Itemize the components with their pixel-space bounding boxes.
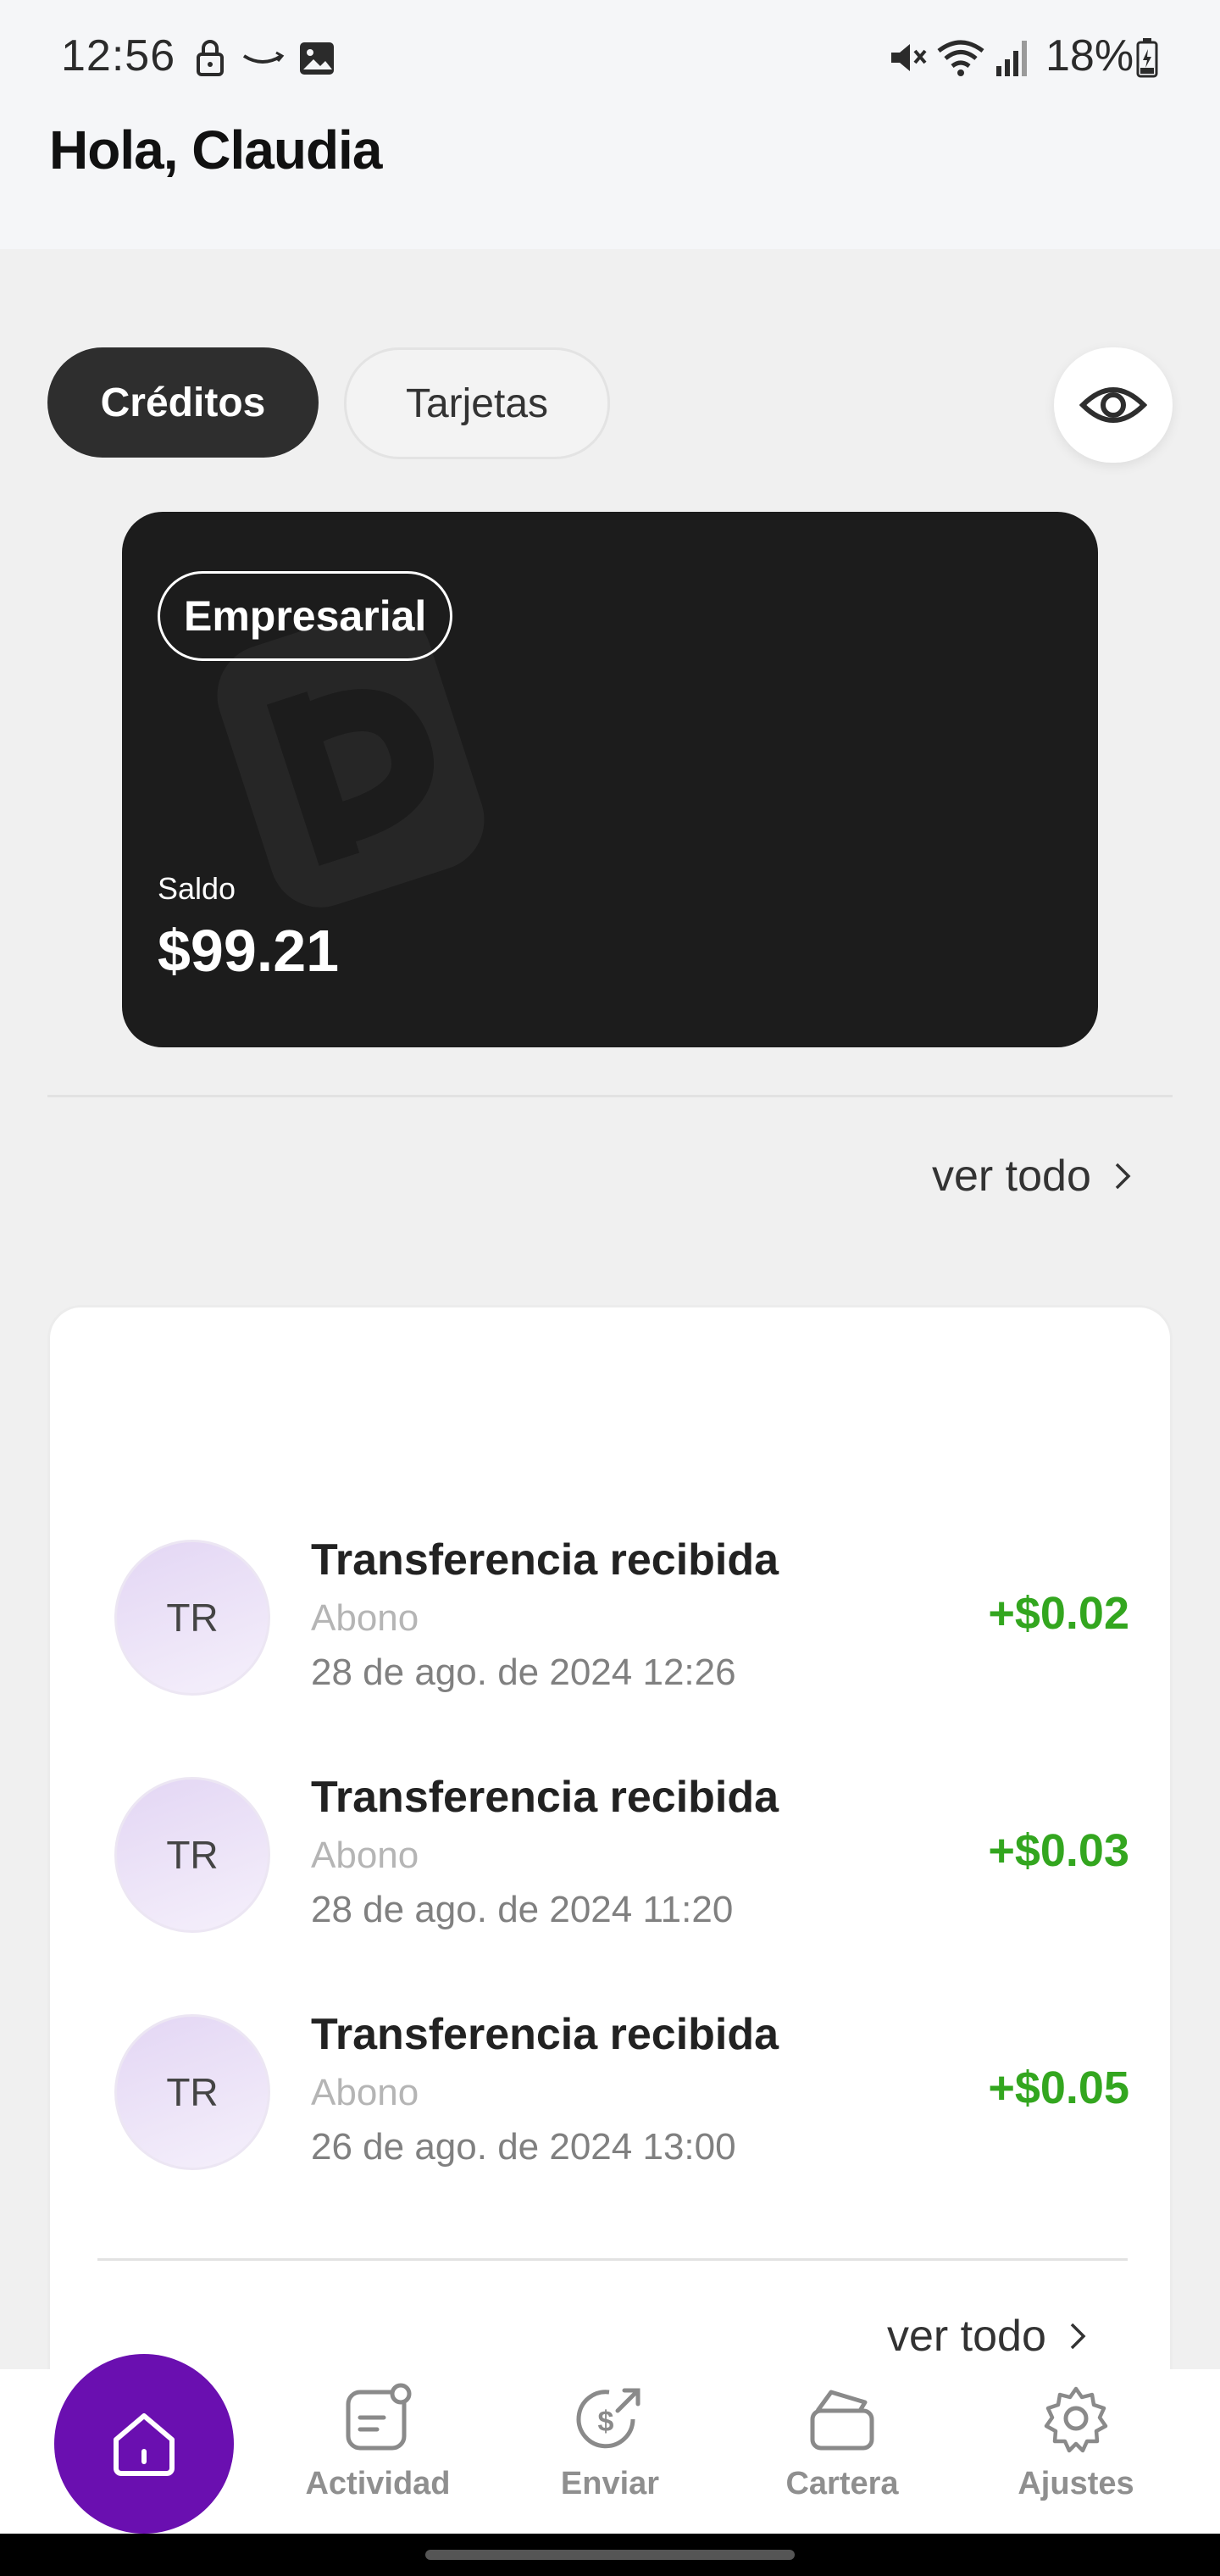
greeting-title: Hola, Claudia bbox=[49, 119, 382, 180]
transaction-amount: +$0.03 bbox=[988, 1825, 1129, 1876]
chevron-right-icon bbox=[1115, 1163, 1131, 1190]
nav-home-button[interactable] bbox=[54, 2354, 234, 2534]
transaction-title: Transferencia recibida bbox=[311, 2010, 779, 2059]
eye-icon bbox=[1079, 387, 1147, 423]
nav-settings[interactable]: Ajustes bbox=[983, 2378, 1169, 2502]
see-all-label: ver todo bbox=[932, 1152, 1091, 1201]
amazon-smile-icon bbox=[242, 51, 285, 64]
see-all-link[interactable]: ver todo bbox=[932, 1151, 1134, 1202]
tab-tarjetas[interactable]: Tarjetas bbox=[344, 347, 610, 459]
chevron-right-icon bbox=[1070, 2323, 1086, 2350]
nav-activity[interactable]: Actividad bbox=[285, 2378, 471, 2502]
activity-icon bbox=[346, 2383, 412, 2451]
avatar: TR bbox=[114, 2014, 270, 2170]
transaction-amount: +$0.05 bbox=[988, 2062, 1129, 2113]
header-area: 12:56 18% Hola, Claudia bbox=[0, 0, 1220, 249]
transaction-title: Transferencia recibida bbox=[311, 1535, 779, 1585]
toggle-visibility-button[interactable] bbox=[1054, 347, 1173, 463]
transaction-type: Abono bbox=[311, 1597, 419, 1639]
transaction-type: Abono bbox=[311, 1835, 419, 1876]
battery-percent: 18% bbox=[1045, 31, 1134, 80]
transaction-type: Abono bbox=[311, 2072, 419, 2113]
status-bar: 12:56 18% bbox=[0, 0, 1220, 110]
nav-label: Cartera bbox=[785, 2466, 899, 2501]
transaction-date: 28 de ago. de 2024 12:26 bbox=[311, 1652, 736, 1693]
transaction-date: 28 de ago. de 2024 11:20 bbox=[311, 1889, 734, 1930]
credit-card[interactable]: Empresarial Saldo $99.21 bbox=[122, 512, 1098, 1047]
divider bbox=[97, 2258, 1128, 2261]
app-screen: 12:56 18% Hola, Claudia Créditos Tarjeta… bbox=[0, 0, 1220, 2576]
transaction-row[interactable]: TR Transferencia recibida Abono 28 de ag… bbox=[50, 1773, 1175, 1946]
wallet-icon bbox=[810, 2390, 874, 2451]
see-all-transactions-link[interactable]: ver todo bbox=[887, 2311, 1089, 2362]
see-all-label: ver todo bbox=[887, 2312, 1046, 2361]
svg-text:$: $ bbox=[598, 2406, 614, 2438]
balance-label: Saldo bbox=[158, 871, 236, 906]
transaction-amount: +$0.02 bbox=[988, 1588, 1129, 1639]
avatar: TR bbox=[114, 1540, 270, 1696]
gear-icon bbox=[1044, 2386, 1108, 2453]
transaction-row[interactable]: TR Transferencia recibida Abono 28 de ag… bbox=[50, 1535, 1175, 1709]
send-money-icon: $ bbox=[576, 2388, 640, 2449]
status-time: 12:56 bbox=[61, 31, 176, 80]
nav-wallet[interactable]: Cartera bbox=[749, 2378, 935, 2502]
nav-send[interactable]: $ Enviar bbox=[517, 2378, 703, 2502]
card-type-badge: Empresarial bbox=[158, 571, 453, 661]
nav-label: Ajustes bbox=[1018, 2466, 1134, 2501]
signal-icon bbox=[996, 41, 1027, 76]
wifi-icon bbox=[937, 40, 984, 76]
gallery-icon bbox=[300, 42, 334, 75]
home-indicator[interactable] bbox=[425, 2550, 795, 2560]
tab-creditos[interactable]: Créditos bbox=[47, 347, 319, 458]
divider bbox=[47, 1095, 1173, 1097]
avatar: TR bbox=[114, 1777, 270, 1933]
transaction-row[interactable]: TR Transferencia recibida Abono 26 de ag… bbox=[50, 2010, 1175, 2184]
nav-label: Actividad bbox=[305, 2466, 451, 2501]
lock-icon bbox=[197, 40, 224, 76]
balance-amount: $99.21 bbox=[158, 918, 340, 984]
nav-label: Enviar bbox=[560, 2466, 660, 2501]
transaction-title: Transferencia recibida bbox=[311, 1773, 779, 1822]
mute-icon bbox=[891, 44, 927, 71]
transaction-date: 26 de ago. de 2024 13:00 bbox=[311, 2126, 736, 2168]
battery-icon bbox=[1136, 38, 1158, 78]
home-icon bbox=[114, 2413, 175, 2476]
